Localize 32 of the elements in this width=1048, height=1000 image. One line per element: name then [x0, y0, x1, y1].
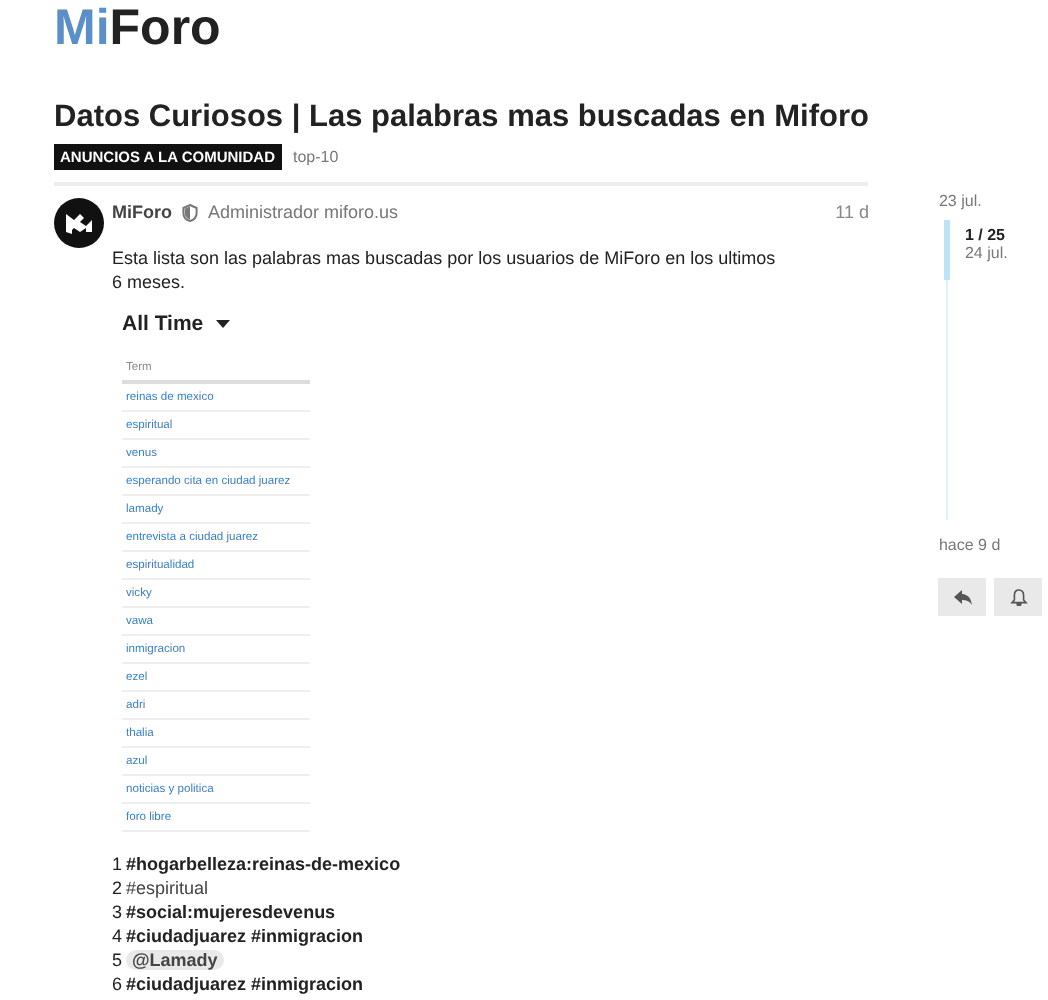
- author-name[interactable]: MiForo: [112, 202, 172, 222]
- notification-button[interactable]: [994, 578, 1043, 616]
- hashtag-link[interactable]: #espiritual: [126, 878, 209, 898]
- period-dropdown[interactable]: All Time: [122, 310, 230, 338]
- hashtag-link[interactable]: #ciudadjuarez #inmigracion: [126, 926, 364, 946]
- list-number: 6: [112, 974, 123, 994]
- list-number: 4: [112, 926, 123, 946]
- list-number: 2: [112, 878, 123, 898]
- hashtag-link[interactable]: #ciudadjuarez #inmigracion: [126, 974, 364, 994]
- topic-tag[interactable]: top-10: [293, 148, 339, 166]
- site-logo[interactable]: MiForo: [0, 0, 1048, 68]
- post-position: 1 / 25: [964, 226, 1007, 244]
- list-number: 5: [112, 950, 123, 970]
- end-date[interactable]: hace 9 d: [938, 536, 1048, 554]
- author-title: Administrador miforo.us: [208, 202, 399, 222]
- list-number: 1: [112, 854, 123, 874]
- caret-icon: [215, 320, 230, 328]
- post-age[interactable]: 11 d: [835, 202, 869, 222]
- current-date: 24 jul.: [964, 244, 1008, 262]
- bell-icon: [1009, 588, 1028, 606]
- list-number: 3: [112, 902, 123, 922]
- post-text: Esta lista son las palabras mas buscadas por los usuarios de MiForo en los ultimos 6 meses.: [112, 246, 778, 294]
- start-date[interactable]: 23 jul.: [938, 192, 1048, 210]
- avatar-icon[interactable]: [54, 198, 104, 248]
- topic-title: Datos Curiosos | Las palabras mas buscadas en Miforo: [54, 100, 869, 136]
- timeline-handle[interactable]: [944, 220, 951, 280]
- hashtag-link[interactable]: #social:mujeresdevenus: [126, 902, 336, 922]
- reply-button[interactable]: [938, 578, 987, 616]
- shield-icon: [182, 203, 198, 221]
- user-mention[interactable]: @Lamady: [126, 950, 224, 970]
- hashtag-link[interactable]: #hogarbelleza:reinas-de-mexico: [126, 854, 401, 874]
- reply-icon: [953, 588, 972, 606]
